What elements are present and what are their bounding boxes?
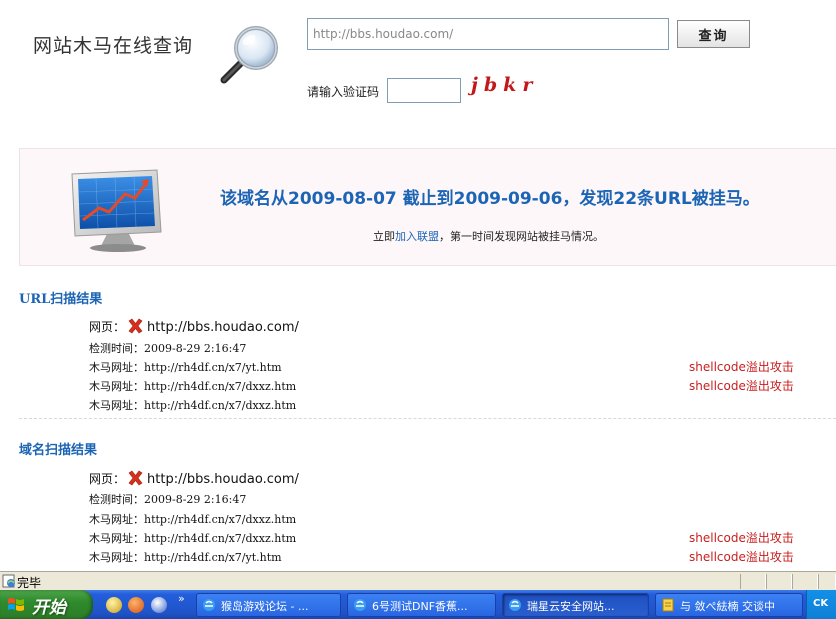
trojan-url[interactable]: http://rh4df.cn/x7/yt.htm [144, 361, 282, 374]
status-cell [792, 574, 818, 589]
ie-icon [203, 599, 215, 611]
query-button[interactable]: 查询 [677, 20, 750, 48]
trojan-url-row: 木马网址：http://rh4df.cn/x7/dxxz.htm [89, 530, 296, 546]
url-scan-time: 检测时间：2009-8-29 2:16:47 [89, 340, 246, 356]
chat-icon [662, 598, 674, 612]
trojan-url[interactable]: http://rh4df.cn/x7/dxxz.htm [144, 532, 296, 545]
trojan-url[interactable]: http://rh4df.cn/x7/dxxz.htm [144, 380, 296, 393]
start-button[interactable]: 开始 [0, 590, 93, 619]
task-label: 猴岛游戏论坛 - ... [221, 600, 309, 613]
time-label: 检测时间： [89, 342, 144, 355]
task-label: 瑞星云安全网站... [527, 600, 615, 613]
domain-scan-title: 域名扫描结果 [19, 443, 98, 458]
red-x-icon [128, 318, 143, 334]
quicklaunch-browser-icon[interactable] [151, 597, 167, 613]
banner-subtext: 立即加入联盟，第一时间发现网站被挂马情况。 [373, 228, 604, 244]
result-banner: 该域名从2009-08-07 截止到2009-09-06，发现22条URL被挂马… [19, 148, 836, 266]
trojan-url-row: 木马网址：http://rh4df.cn/x7/dxxz.htm [89, 378, 296, 394]
start-label: 开始 [32, 598, 66, 618]
quicklaunch-chevron-icon[interactable]: » [178, 592, 185, 605]
monitor-chart-icon [71, 169, 162, 252]
time-value: 2009-8-29 2:16:47 [144, 493, 247, 506]
magnifier-icon [220, 26, 278, 84]
scanned-page-url[interactable]: http://bbs.houdao.com/ [147, 472, 299, 487]
red-x-icon [128, 470, 143, 486]
trojan-url[interactable]: http://rh4df.cn/x7/dxxz.htm [144, 513, 296, 526]
input-method-indicator[interactable]: CK [813, 598, 828, 609]
task-button[interactable]: 猴岛游戏论坛 - ... [196, 593, 341, 617]
trojan-url-row: 木马网址：http://rh4df.cn/x7/dxxz.htm [89, 397, 296, 413]
status-text: 完毕 [17, 576, 42, 590]
captcha-image[interactable]: jbkr [471, 74, 537, 102]
domain-scan-time: 检测时间：2009-8-29 2:16:47 [89, 491, 246, 507]
banner-sub-after: ，第一时间发现网站被挂马情况。 [439, 230, 604, 243]
quicklaunch-media-player-icon[interactable] [128, 597, 144, 613]
trojan-url[interactable]: http://rh4df.cn/x7/yt.htm [144, 551, 282, 564]
page-label: 网页： [89, 320, 126, 334]
url-scan-page-line: 网页： http://bbs.houdao.com/ [89, 318, 299, 335]
time-label: 检测时间： [89, 493, 144, 506]
banner-headline: 该域名从2009-08-07 截止到2009-09-06，发现22条URL被挂马… [220, 189, 760, 209]
trojan-url-label: 木马网址： [89, 380, 144, 393]
task-label: 6号测试DNF香蕉... [372, 600, 468, 613]
attack-type: shellcode溢出攻击 [689, 379, 794, 393]
banner-sub-before: 立即 [373, 230, 395, 243]
trojan-url[interactable]: http://rh4df.cn/x7/dxxz.htm [144, 399, 296, 412]
windows-taskbar: 开始 » 猴岛游戏论坛 - ... 6号测试DNF香蕉... 瑞星云安全网站..… [0, 590, 836, 619]
trojan-url-row: 木马网址：http://rh4df.cn/x7/dxxz.htm [89, 511, 296, 527]
trojan-url-label: 木马网址： [89, 551, 144, 564]
site-title: 网站木马在线查询 [33, 35, 194, 57]
trojan-url-label: 木马网址： [89, 361, 144, 374]
page-label: 网页： [89, 472, 126, 486]
join-alliance-link[interactable]: 加入联盟 [395, 230, 439, 243]
quicklaunch-desktop-icon[interactable] [106, 597, 122, 613]
attack-type: shellcode溢出攻击 [689, 360, 794, 374]
task-button[interactable]: 与 敛ぺ紶楠 交谈中 [655, 593, 803, 617]
captcha-input[interactable] [387, 78, 461, 103]
page-done-icon [2, 574, 15, 588]
status-cell [740, 574, 766, 589]
domain-scan-page-line: 网页： http://bbs.houdao.com/ [89, 470, 299, 487]
trojan-url-row: 木马网址：http://rh4df.cn/x7/yt.htm [89, 549, 282, 565]
system-tray: CK [806, 590, 836, 619]
captcha-label: 请输入验证码 [307, 85, 380, 99]
url-input[interactable] [307, 18, 669, 50]
attack-type: shellcode溢出攻击 [689, 550, 794, 564]
task-label: 与 敛ぺ紶楠 交谈中 [680, 600, 775, 613]
trojan-url-row: 木马网址：http://rh4df.cn/x7/yt.htm [89, 359, 282, 375]
trojan-url-label: 木马网址： [89, 513, 144, 526]
task-button[interactable]: 6号测试DNF香蕉... [347, 593, 496, 617]
status-cell [818, 574, 836, 589]
trojan-url-label: 木马网址： [89, 399, 144, 412]
scanned-page-url[interactable]: http://bbs.houdao.com/ [147, 320, 299, 335]
task-button-active[interactable]: 瑞星云安全网站... [502, 593, 649, 617]
status-cell [766, 574, 792, 589]
attack-type: shellcode溢出攻击 [689, 531, 794, 545]
time-value: 2009-8-29 2:16:47 [144, 342, 247, 355]
section-divider [19, 418, 836, 419]
trojan-url-label: 木马网址： [89, 532, 144, 545]
browser-status-bar: 完毕 [0, 571, 836, 590]
ie-icon [354, 599, 366, 611]
windows-flag-icon [8, 598, 24, 611]
ie-icon [509, 599, 521, 611]
url-scan-title: URL扫描结果 [19, 292, 103, 307]
